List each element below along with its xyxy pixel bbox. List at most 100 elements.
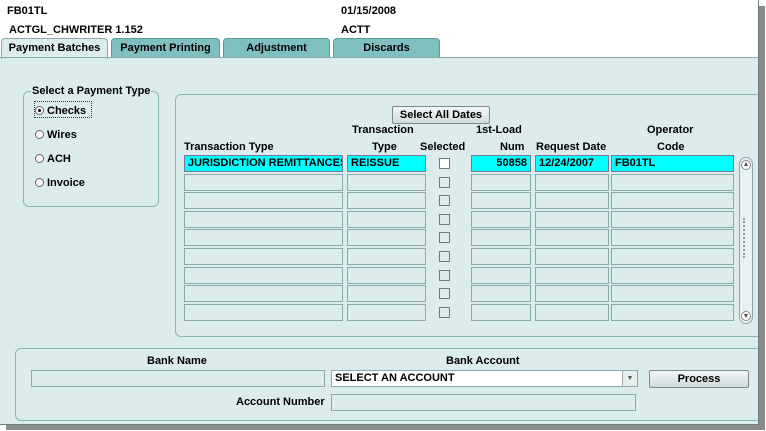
type-cell[interactable] (347, 229, 426, 247)
col-request-date: Request Date (536, 141, 607, 153)
selected-checkbox[interactable] (439, 269, 450, 281)
chevron-down-icon[interactable]: ▼ (622, 371, 637, 386)
request-date-cell[interactable]: 12/24/2007 (535, 155, 609, 172)
selected-checkbox[interactable] (439, 176, 450, 188)
type-cell[interactable]: REISSUE (347, 155, 426, 172)
load-num-cell[interactable] (471, 192, 531, 210)
transaction-type-cell[interactable]: JURISDICTION REMITTANCES (184, 155, 343, 172)
tab-discards[interactable]: Discards (333, 38, 440, 57)
radio-wires-label: Wires (47, 129, 77, 141)
radio-checks-label: Checks (47, 105, 87, 117)
transaction-type-cell[interactable] (184, 285, 343, 303)
grid-scrollbar[interactable]: ▲ ▼ (739, 157, 753, 324)
request-date-cell[interactable] (535, 210, 609, 228)
scroll-down-icon[interactable]: ▼ (741, 311, 751, 321)
type-cell[interactable] (347, 173, 426, 191)
load-num-cell[interactable] (471, 303, 531, 321)
process-button[interactable]: Process (649, 370, 749, 388)
request-date-cell[interactable] (535, 173, 609, 191)
type-cell[interactable] (347, 285, 426, 303)
header-bar: FB01TL 01/15/2008 ACTGL_CHWRITER 1.152 A… (0, 0, 758, 40)
operator-cell[interactable] (611, 285, 734, 303)
tab-adjustment[interactable]: Adjustment (223, 38, 330, 57)
tab-payment-printing[interactable]: Payment Printing (111, 38, 220, 57)
transaction-type-cell[interactable] (184, 192, 343, 210)
col-type-line2: Type (372, 141, 397, 153)
col-selected: Selected (420, 141, 466, 153)
col-transaction-type: Transaction Type (184, 141, 274, 153)
header-version: ACTGL_CHWRITER 1.152 (9, 24, 143, 36)
transaction-type-cell[interactable] (184, 229, 343, 247)
radio-invoice-label: Invoice (47, 177, 85, 189)
request-date-cell[interactable] (535, 192, 609, 210)
header-user: FB01TL (7, 5, 48, 17)
radio-checks[interactable] (35, 106, 44, 115)
type-cell[interactable] (347, 303, 426, 321)
transaction-type-cell[interactable] (184, 173, 343, 191)
bank-account-label: Bank Account (446, 355, 520, 367)
window-shadow-right (759, 6, 765, 427)
header-dept: ACTT (341, 24, 371, 36)
account-number-label: Account Number (236, 396, 325, 408)
application-window: FB01TL 01/15/2008 ACTGL_CHWRITER 1.152 A… (0, 0, 759, 425)
operator-cell[interactable] (611, 192, 734, 210)
tab-bar: Payment Batches Payment Printing Adjustm… (0, 38, 758, 59)
load-num-cell[interactable] (471, 229, 531, 247)
window-shadow-bottom (6, 425, 765, 430)
load-num-cell[interactable]: 50858 (471, 155, 531, 172)
transaction-type-cell[interactable] (184, 266, 343, 284)
request-date-cell[interactable] (535, 266, 609, 284)
col-operator-line1: Operator (647, 124, 694, 136)
transaction-type-cell[interactable] (184, 303, 343, 321)
load-num-cell[interactable] (471, 210, 531, 228)
load-num-cell[interactable] (471, 248, 531, 265)
scroll-grip-icon[interactable] (743, 218, 751, 258)
col-operator-line2: Code (657, 141, 685, 153)
selected-checkbox[interactable] (439, 158, 450, 169)
selected-checkbox[interactable] (439, 195, 450, 207)
operator-cell[interactable] (611, 173, 734, 191)
transaction-type-cell[interactable] (184, 210, 343, 228)
col-type-line1: Transaction (352, 124, 414, 136)
radio-ach-label: ACH (47, 153, 71, 165)
selected-checkbox[interactable] (439, 288, 450, 300)
selected-checkbox[interactable] (439, 213, 450, 225)
operator-cell[interactable] (611, 229, 734, 247)
type-cell[interactable] (347, 210, 426, 228)
header-date: 01/15/2008 (341, 5, 397, 17)
request-date-cell[interactable] (535, 303, 609, 321)
request-date-cell[interactable] (535, 248, 609, 265)
col-load-line2: Num (500, 141, 525, 153)
operator-cell[interactable] (611, 248, 734, 265)
scroll-up-icon[interactable]: ▲ (741, 160, 751, 170)
selected-checkbox[interactable] (439, 251, 450, 262)
bank-name-field[interactable] (31, 370, 325, 387)
bank-account-value: SELECT AN ACCOUNT (335, 372, 455, 384)
load-num-cell[interactable] (471, 266, 531, 284)
operator-cell[interactable] (611, 210, 734, 228)
selected-checkbox[interactable] (439, 232, 450, 244)
tab-payment-batches[interactable]: Payment Batches (1, 38, 108, 59)
selected-checkbox[interactable] (439, 306, 450, 318)
operator-cell[interactable] (611, 303, 734, 321)
operator-cell[interactable]: FB01TL (611, 155, 734, 172)
bank-account-select[interactable]: SELECT AN ACCOUNT ▼ (331, 370, 638, 387)
load-num-cell[interactable] (471, 173, 531, 191)
transaction-type-cell[interactable] (184, 248, 343, 265)
radio-invoice[interactable] (35, 178, 44, 187)
account-number-field[interactable] (331, 394, 636, 411)
col-load-line1: 1st-Load (476, 124, 522, 136)
radio-wires[interactable] (35, 130, 44, 139)
operator-cell[interactable] (611, 266, 734, 284)
payment-type-title: Select a Payment Type (31, 85, 152, 97)
type-cell[interactable] (347, 192, 426, 210)
radio-ach[interactable] (35, 154, 44, 163)
bank-name-label: Bank Name (147, 355, 207, 367)
select-all-dates-button[interactable]: Select All Dates (392, 106, 490, 124)
load-num-cell[interactable] (471, 285, 531, 303)
type-cell[interactable] (347, 248, 426, 265)
request-date-cell[interactable] (535, 229, 609, 247)
tab-divider (0, 57, 758, 58)
type-cell[interactable] (347, 266, 426, 284)
request-date-cell[interactable] (535, 285, 609, 303)
